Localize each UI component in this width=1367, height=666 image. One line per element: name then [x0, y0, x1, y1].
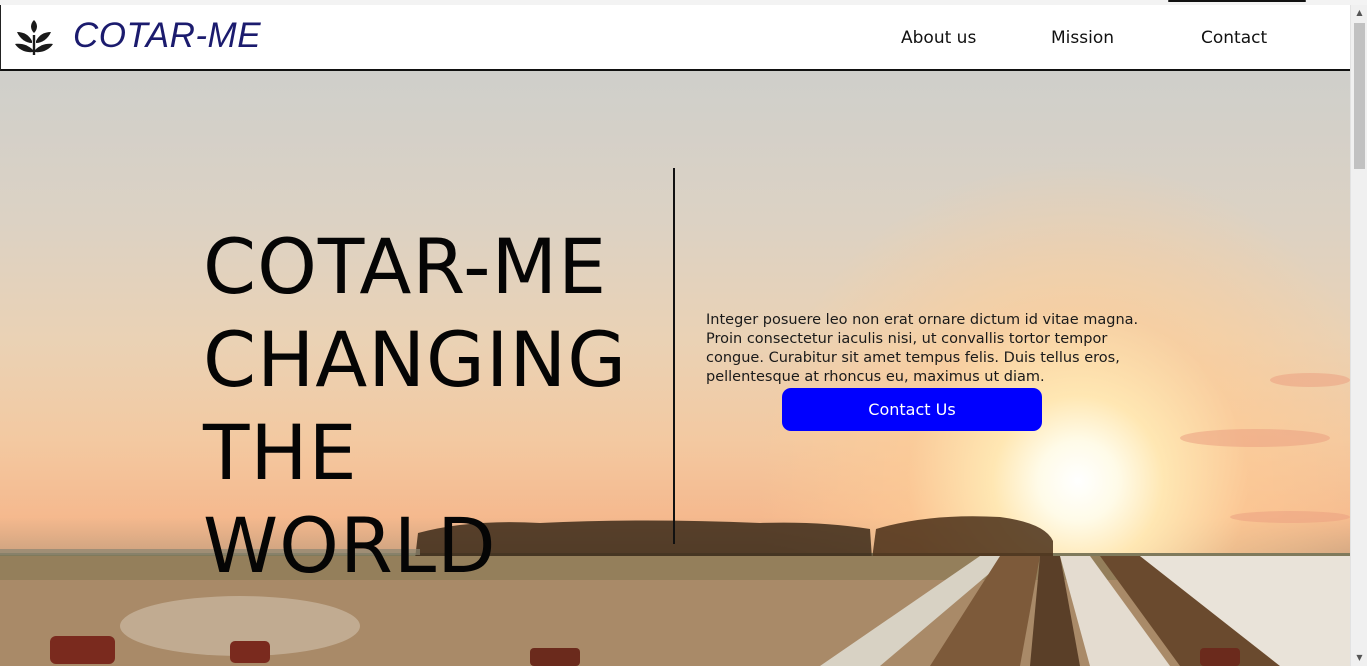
browser-top-indicator: [1168, 0, 1306, 2]
page-scrollbar[interactable]: ▲ ▼: [1350, 5, 1367, 666]
hero-title-line: CHANGING: [203, 314, 628, 404]
contact-us-button[interactable]: Contact Us: [782, 388, 1042, 431]
nav-link-contact[interactable]: Contact: [1201, 28, 1267, 48]
nav-link-mission[interactable]: Mission: [1051, 28, 1114, 48]
hero-title-line: COTAR-ME: [203, 221, 608, 311]
scroll-up-arrow-icon[interactable]: ▲: [1351, 5, 1367, 21]
navbar: COTAR-ME About us Mission Contact: [0, 5, 1350, 71]
hero-title-line: WORLD: [203, 500, 497, 590]
hero-section: COTAR-ME CHANGING THE WORLD Integer posu…: [0, 71, 1350, 666]
sprout-leaves-icon[interactable]: [13, 19, 55, 57]
hero-title: COTAR-ME CHANGING THE WORLD: [203, 220, 627, 592]
hero-title-line: THE: [203, 407, 358, 497]
vertical-divider: [673, 168, 675, 544]
hero-description: Integer posuere leo non erat ornare dict…: [706, 311, 1139, 385]
scrollbar-thumb[interactable]: [1354, 23, 1365, 169]
brand-name[interactable]: COTAR-ME: [73, 16, 261, 56]
scroll-down-arrow-icon[interactable]: ▼: [1351, 650, 1367, 666]
nav-link-about-us[interactable]: About us: [901, 28, 976, 48]
